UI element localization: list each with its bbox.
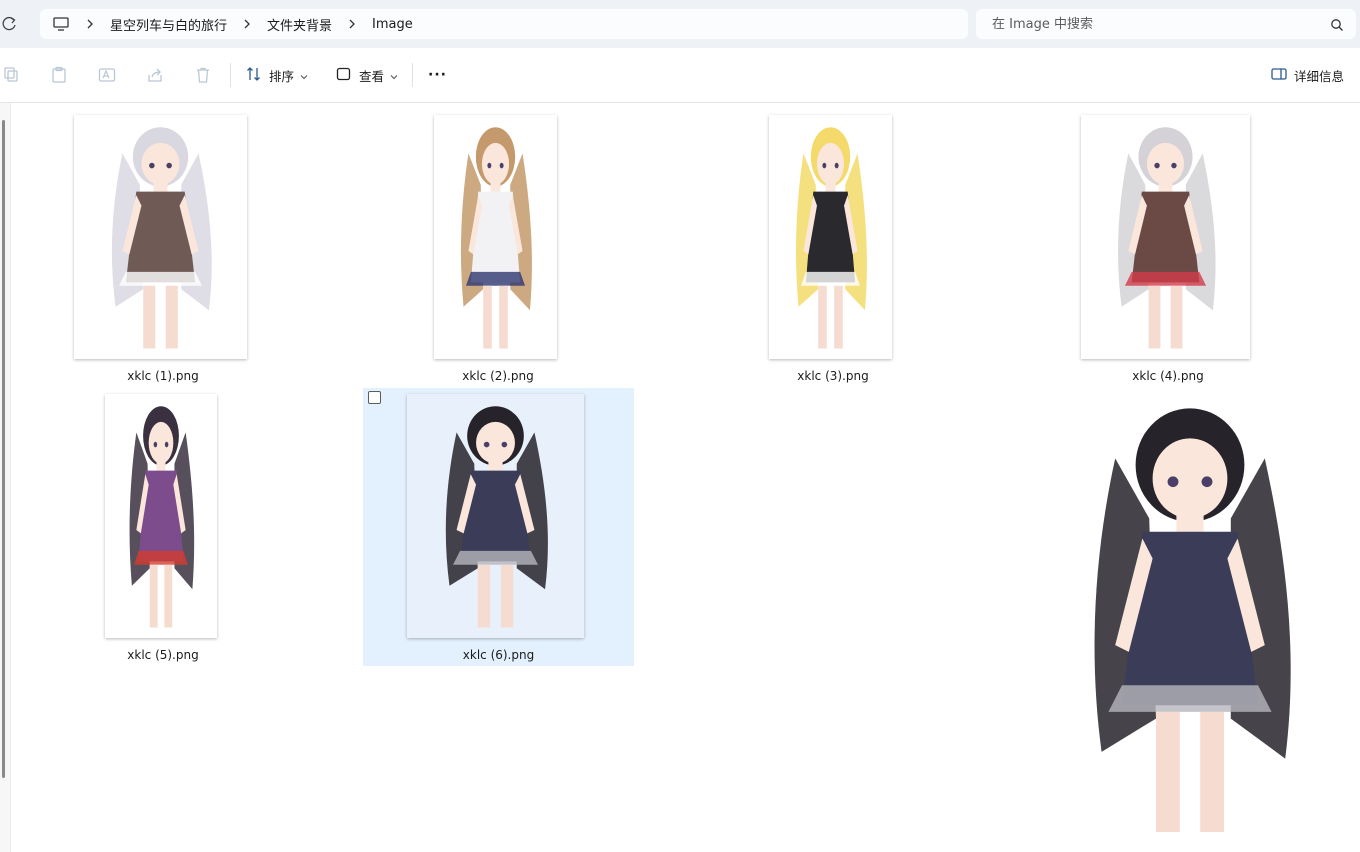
toolbar-divider — [230, 63, 231, 87]
search-icon[interactable] — [1330, 17, 1344, 31]
chevron-right-icon[interactable] — [243, 19, 253, 29]
more-options-button[interactable]: ··· — [428, 62, 447, 88]
view-button[interactable]: 查看 — [336, 62, 398, 88]
rename-icon[interactable] — [98, 66, 116, 84]
breadcrumb[interactable]: 星空列车与白的旅行 文件夹背景 Image — [40, 9, 968, 39]
file-thumbnail — [1081, 115, 1250, 359]
view-icon — [336, 66, 352, 85]
file-name: xklc (1).png — [127, 369, 199, 383]
file-name: xklc (6).png — [462, 648, 535, 662]
details-label: 详细信息 — [1293, 68, 1344, 84]
breadcrumb-item[interactable]: Image — [372, 17, 413, 32]
chevron-down-icon — [300, 68, 308, 83]
file-name: xklc (4).png — [1132, 369, 1204, 383]
scrollbar-thumb[interactable] — [2, 120, 5, 778]
breadcrumb-item[interactable]: 星空列车与白的旅行 — [110, 15, 227, 34]
details-pane-button[interactable]: 详细信息 — [1271, 62, 1344, 88]
file-name: xklc (3).png — [797, 369, 869, 383]
details-pane-icon — [1271, 67, 1287, 84]
paste-icon[interactable] — [50, 66, 68, 84]
file-item[interactable]: xklc (3).png — [728, 106, 938, 386]
this-pc-icon[interactable] — [52, 15, 70, 33]
search-input[interactable] — [990, 15, 1314, 33]
file-item[interactable]: xklc (2).png — [393, 106, 603, 386]
copy-icon[interactable] — [3, 66, 21, 84]
sort-button[interactable]: 排序 — [246, 62, 308, 88]
file-thumbnail — [769, 115, 892, 359]
chevron-down-icon — [390, 68, 398, 83]
view-label: 查看 — [359, 68, 385, 84]
anime-girl-image — [795, 127, 867, 349]
anime-girl-large-image — [1094, 408, 1291, 832]
refresh-icon[interactable] — [0, 14, 20, 34]
selection-checkbox[interactable] — [368, 391, 381, 404]
file-thumbnail — [407, 394, 584, 638]
file-item[interactable]: xklc (4).png — [1063, 106, 1273, 386]
file-name: xklc (2).png — [462, 369, 534, 383]
sort-label: 排序 — [269, 68, 295, 84]
file-thumbnail — [74, 115, 247, 359]
anime-girl-image — [111, 127, 212, 349]
file-item[interactable]: xklc (5).png — [58, 386, 268, 666]
search-box[interactable] — [976, 9, 1356, 39]
delete-icon[interactable] — [194, 66, 212, 84]
file-thumbnail — [434, 115, 557, 359]
file-name: xklc (5).png — [127, 648, 199, 662]
address-bar-row: 星空列车与白的旅行 文件夹背景 Image — [0, 0, 1360, 48]
file-item-selected[interactable]: xklc (6).png — [363, 388, 634, 666]
chevron-right-icon[interactable] — [86, 19, 96, 29]
command-bar: 排序 查看 ··· 详细信息 — [0, 48, 1360, 103]
anime-girl-image — [445, 406, 548, 628]
file-thumbnail — [105, 394, 217, 638]
file-item[interactable]: xklc (1).png — [58, 106, 268, 386]
chevron-right-icon[interactable] — [348, 19, 358, 29]
anime-girl-image — [460, 127, 532, 349]
sort-icon — [246, 66, 262, 85]
toolbar-divider — [412, 63, 413, 87]
share-icon[interactable] — [146, 66, 164, 84]
anime-girl-image — [129, 406, 195, 628]
breadcrumb-item[interactable]: 文件夹背景 — [267, 15, 332, 34]
anime-girl-image — [1118, 127, 1216, 349]
drag-preview-image — [1020, 385, 1360, 852]
